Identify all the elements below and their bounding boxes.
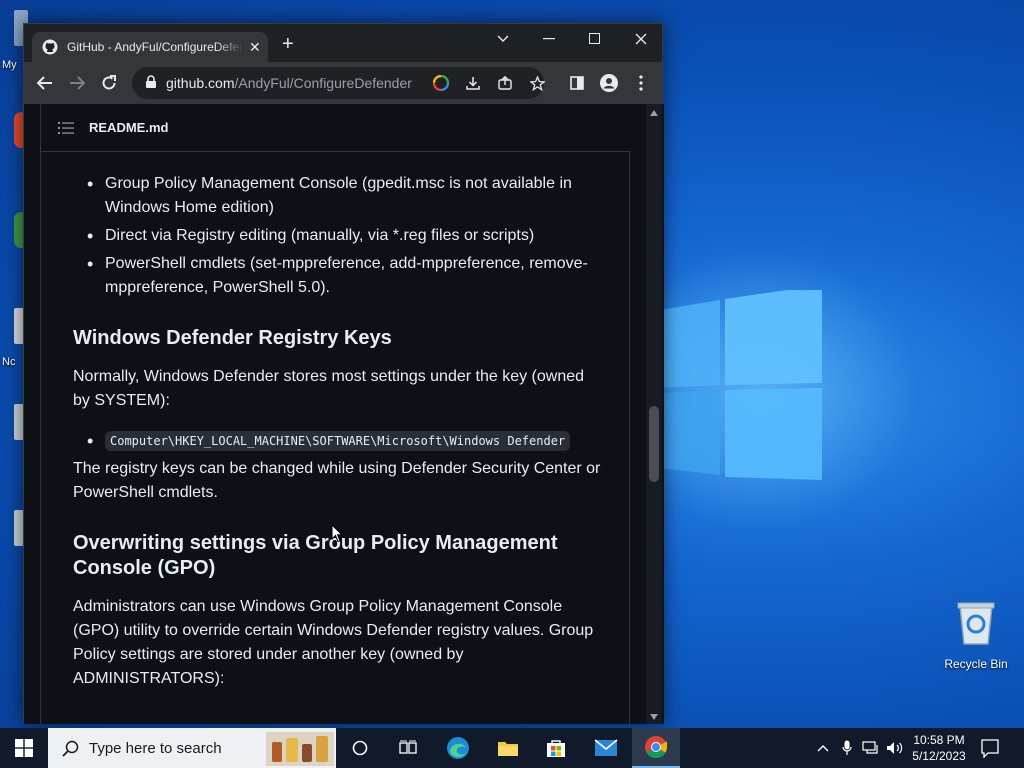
method-list: Group Policy Management Console (gpedit.… (73, 172, 603, 300)
download-icon (466, 77, 480, 90)
list-item: Direct via Registry editing (manually, v… (73, 224, 603, 248)
reload-icon (102, 75, 116, 90)
list-item: Computer\HKEY_LOCAL_MACHINE\SOFTWARE\Mic… (73, 429, 603, 453)
scroll-thumb[interactable] (649, 406, 659, 482)
maximize-icon (589, 33, 600, 44)
clock-time: 10:58 PM (913, 733, 965, 747)
notification-icon[interactable] (980, 738, 1000, 758)
arrow-left-icon (37, 76, 52, 90)
paragraph: Administrators can use Windows Group Pol… (73, 598, 594, 687)
star-icon (529, 75, 545, 91)
circle-icon (352, 740, 368, 756)
chrome-icon (645, 736, 667, 758)
start-button[interactable] (0, 728, 48, 768)
menu-button[interactable] (630, 72, 652, 94)
list-item: Group Policy Management Console (gpedit.… (73, 172, 603, 220)
chrome-window: GitHub - AndyFul/ConfigureDefender ✕ + g… (23, 23, 664, 724)
minimize-icon (543, 38, 555, 40)
tab-close-button[interactable]: ✕ (249, 39, 261, 56)
edge-icon (447, 737, 469, 759)
windows-logo (660, 290, 822, 480)
back-button[interactable] (34, 72, 56, 94)
google-lens-button[interactable] (432, 74, 450, 92)
list-icon[interactable] (58, 121, 74, 135)
recycle-bin-label: Recycle Bin (944, 657, 1008, 671)
store-button[interactable] (532, 728, 580, 768)
windows-icon (15, 739, 33, 757)
search-highlight-image (266, 732, 334, 766)
chevron-up-icon[interactable] (814, 739, 832, 757)
desktop-icon-label: My (2, 59, 17, 71)
registry-key-code: Computer\HKEY_LOCAL_MACHINE\SOFTWARE\Mic… (105, 431, 571, 451)
readme-title[interactable]: README.md (89, 120, 168, 135)
task-view-icon (399, 740, 417, 754)
clock[interactable]: 10:58 PM 5/12/2023 (904, 732, 974, 764)
url-text: github.com/AndyFul/ConfigureDefender (166, 75, 412, 91)
clock-date: 5/12/2023 (912, 749, 966, 763)
chevron-down-icon (497, 35, 509, 42)
store-icon (547, 740, 565, 757)
network-icon[interactable] (862, 739, 880, 757)
tab-title: GitHub - AndyFul/ConfigureDefender (67, 40, 243, 54)
mail-button[interactable] (582, 728, 630, 768)
desktop-icon-label: Nc (2, 356, 16, 368)
search-icon (62, 740, 79, 757)
volume-icon[interactable] (886, 739, 904, 757)
readme-body: Group Policy Management Console (gpedit.… (73, 172, 603, 707)
github-icon (42, 39, 58, 55)
scroll-down-icon[interactable] (650, 714, 658, 720)
search-placeholder: Type here to search (89, 739, 222, 757)
page-scrollbar[interactable] (646, 104, 662, 724)
recycle-bin-icon (957, 602, 995, 645)
close-button[interactable] (618, 24, 664, 54)
maximize-button[interactable] (572, 24, 618, 54)
title-bar: GitHub - AndyFul/ConfigureDefender ✕ + (24, 24, 662, 62)
microphone-icon[interactable] (838, 739, 856, 757)
install-app-button[interactable] (464, 74, 482, 92)
mouse-cursor-icon (331, 524, 343, 543)
taskbar: Type here to search 10:58 PM 5/12/2023 (0, 728, 1024, 768)
list-item: PowerShell cmdlets (set-mppreference, ad… (73, 252, 603, 300)
task-view-button[interactable] (384, 728, 432, 768)
side-panel-icon (570, 76, 584, 90)
url-path: /AndyFul/ConfigureDefender (234, 75, 412, 91)
cortana-button[interactable] (336, 728, 384, 768)
lock-icon (146, 75, 156, 88)
scroll-up-icon[interactable] (650, 110, 658, 116)
address-bar[interactable]: github.com/AndyFul/ConfigureDefender (132, 67, 546, 99)
paragraph: Normally, Windows Defender stores most s… (73, 368, 585, 409)
user-icon (600, 74, 618, 92)
tab-search-button[interactable] (480, 24, 526, 54)
side-panel-button[interactable] (566, 72, 588, 94)
reload-button[interactable] (98, 72, 120, 94)
google-icon (433, 75, 449, 91)
folder-icon (498, 742, 518, 756)
edge-taskbar-button[interactable] (434, 728, 482, 768)
more-vert-icon (639, 75, 643, 91)
section-heading: Windows Defender Registry Keys (73, 327, 392, 349)
minimize-button[interactable] (526, 24, 572, 54)
browser-toolbar: github.com/AndyFul/ConfigureDefender (24, 62, 662, 104)
chrome-taskbar-button[interactable] (632, 728, 680, 768)
url-host: github.com (166, 75, 235, 91)
readme-header: README.md (40, 104, 630, 152)
paragraph: The registry keys can be changed while u… (73, 460, 601, 501)
file-explorer-button[interactable] (484, 728, 532, 768)
bookmark-button[interactable] (528, 74, 546, 92)
taskbar-search-box[interactable]: Type here to search (48, 728, 336, 768)
desktop-icons-column: My Nc (0, 0, 28, 728)
recycle-bin[interactable]: Recycle Bin (940, 600, 1012, 671)
share-button[interactable] (496, 74, 514, 92)
share-icon (498, 76, 512, 90)
profile-button[interactable] (598, 72, 620, 94)
close-icon (635, 33, 647, 45)
arrow-right-icon (70, 76, 85, 90)
new-tab-button[interactable]: + (282, 34, 294, 54)
mail-icon (594, 739, 618, 756)
tab-github[interactable]: GitHub - AndyFul/ConfigureDefender ✕ (32, 32, 268, 62)
forward-button[interactable] (66, 72, 88, 94)
page-content: README.md Group Policy Management Consol… (24, 104, 664, 724)
